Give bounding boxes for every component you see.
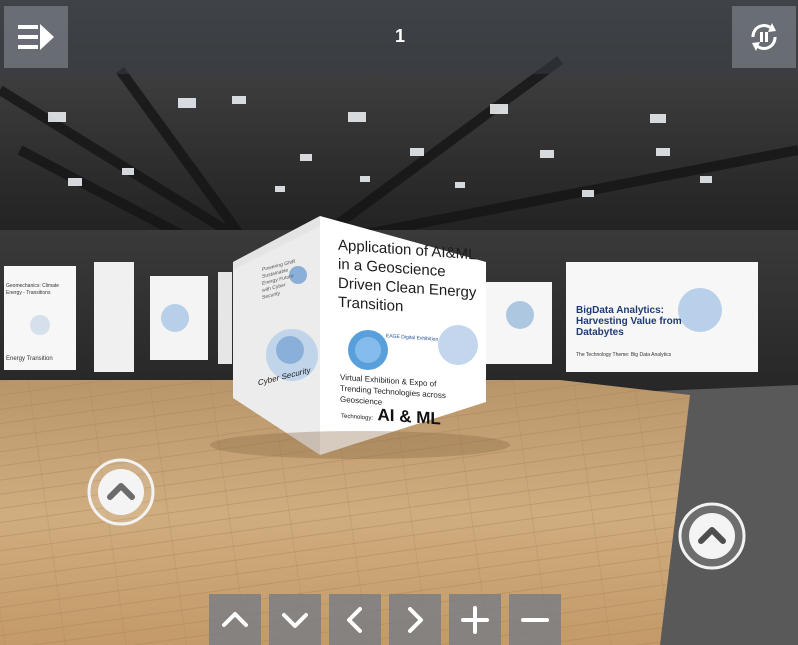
chevron-down-icon [282,612,308,628]
chevron-up-circle-icon [87,458,155,526]
chevron-left-icon [347,606,362,633]
chevron-up-circle-icon [678,502,746,570]
nav-up-button[interactable] [209,594,261,645]
top-bar: 1 [0,0,798,74]
cube-title: Application of AI&ML in a Geoscience Dri… [338,236,477,316]
hotspot-forward-left[interactable] [86,457,156,527]
scene-number: 1 [394,26,405,46]
nav-right-button[interactable] [389,594,441,645]
minus-icon [521,617,549,622]
hotspot-forward-right[interactable] [677,501,747,571]
chevron-right-icon [408,606,423,633]
autorotate-toggle-button[interactable] [732,6,796,68]
plus-icon [461,605,489,634]
left-poster-footer: Energy Transition [6,356,53,362]
zoom-in-button[interactable] [449,594,501,645]
cube-technology-value: AI & ML [377,405,441,429]
right-poster-title: BigData Analytics: Harvesting Value from… [576,305,682,338]
nav-down-button[interactable] [269,594,321,645]
autorotate-pause-icon [751,23,777,51]
panorama-viewport[interactable]: Application of AI&ML in a Geoscience Dri… [0,0,798,645]
navigation-controls [209,594,561,645]
chevron-up-icon [222,611,248,627]
menu-button[interactable] [4,6,68,68]
nav-left-button[interactable] [329,594,381,645]
right-poster-footer: The Technology Theme: Big Data Analytics [576,352,672,358]
zoom-out-button[interactable] [509,594,561,645]
menu-arrow-icon [18,24,54,50]
left-poster-title: Geomechanics: Climate Energy - Transitio… [6,283,60,296]
cube-technology-prefix: Technology: [341,413,374,422]
